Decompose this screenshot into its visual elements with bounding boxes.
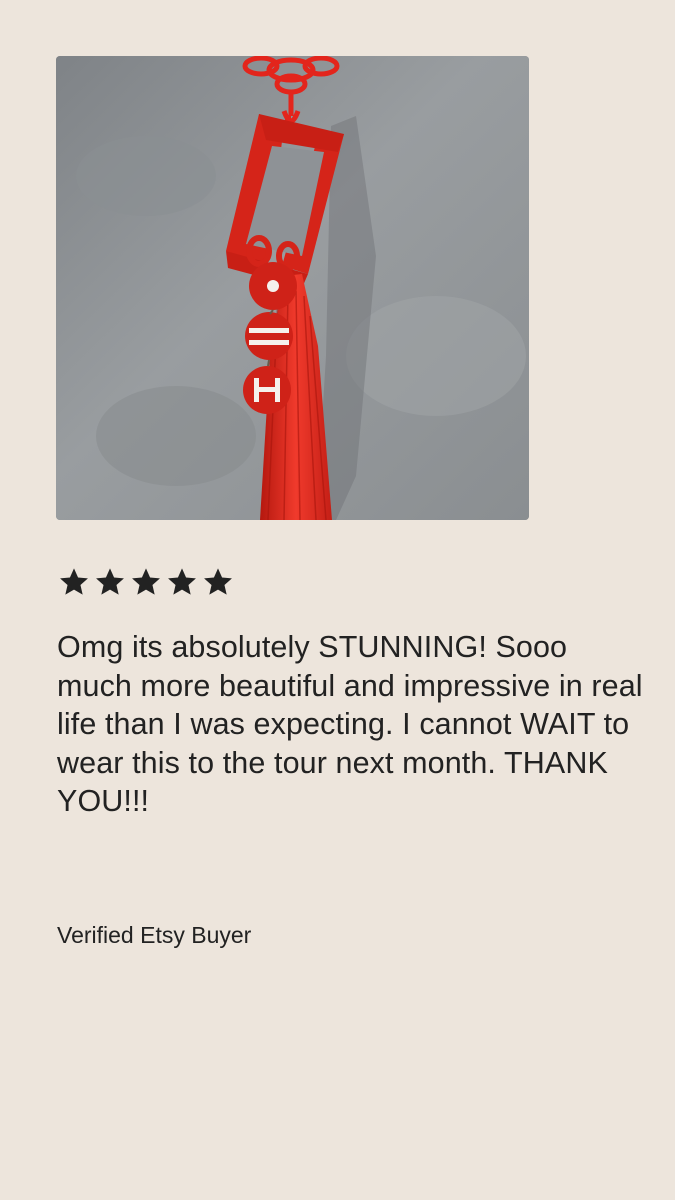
tassel-ornament-image [56, 56, 529, 520]
rating-stars [58, 566, 234, 598]
star-icon [204, 568, 232, 595]
star-icon [168, 568, 196, 595]
star-icon [60, 568, 88, 595]
reviewer-name: Verified Etsy Buyer [57, 922, 252, 948]
review-photo[interactable] [56, 56, 529, 520]
star-icon [132, 568, 160, 595]
review-text: Omg its absolutely STUNNING! Sooo much m… [57, 630, 643, 818]
star-icon [96, 568, 124, 595]
